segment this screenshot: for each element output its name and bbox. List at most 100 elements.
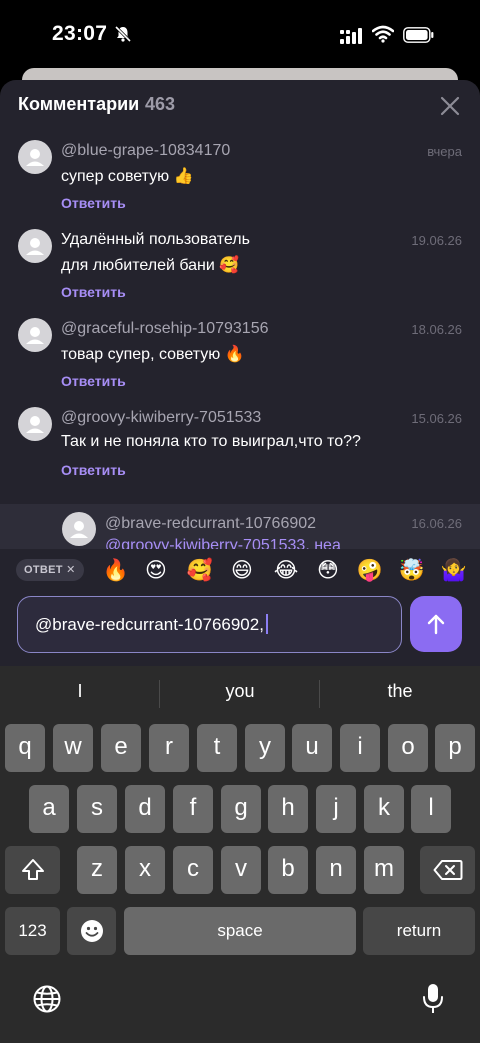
shift-icon: [21, 859, 44, 880]
avatar-icon: [26, 327, 44, 344]
avatar-icon: [26, 238, 44, 255]
suggestion-2[interactable]: you: [160, 681, 320, 702]
comment-author[interactable]: @blue-grape-10834170: [61, 142, 230, 160]
key-c[interactable]: c: [173, 846, 213, 894]
suggestion-1[interactable]: I: [0, 681, 160, 702]
comment-count: 463: [145, 94, 176, 114]
comments-panel: Комментарии 463 @blue-grape-10834170 вче…: [0, 80, 480, 550]
status-time: 23:07: [52, 22, 108, 45]
comment-text: товар супер, советую 🔥: [61, 346, 245, 363]
key-j[interactable]: j: [316, 785, 356, 833]
reply-comment-item: @brave-redcurrant-10766902 16.06.26 @gro…: [0, 504, 480, 550]
comment-author[interactable]: @groovy-kiwiberry-7051533: [61, 409, 261, 427]
emoji-button[interactable]: 😍: [142, 556, 170, 584]
key-n[interactable]: n: [316, 846, 356, 894]
reply-link[interactable]: Ответить: [61, 373, 126, 389]
reply-chip[interactable]: ОТВЕТ ✕: [16, 559, 84, 581]
reply-link[interactable]: Ответить: [61, 284, 126, 300]
shift-key[interactable]: [5, 846, 60, 894]
numbers-key[interactable]: 123: [5, 907, 60, 955]
comment-date: 19.06.26: [411, 233, 462, 248]
panel-title: Комментарии: [18, 94, 140, 114]
key-q[interactable]: q: [5, 724, 45, 772]
key-t[interactable]: t: [197, 724, 237, 772]
key-u[interactable]: u: [292, 724, 332, 772]
comment-author[interactable]: @graceful-rosehip-10793156: [61, 320, 268, 338]
comment-item: @groovy-kiwiberry-7051533 15.06.26 Так и…: [0, 405, 480, 494]
key-s[interactable]: s: [77, 785, 117, 833]
microphone-icon[interactable]: [421, 982, 445, 1016]
signal-icon: [340, 28, 362, 44]
wifi-icon: [372, 25, 394, 43]
key-b[interactable]: b: [268, 846, 308, 894]
comment-item: Удалённый пользователь 19.06.26 для люби…: [0, 227, 480, 316]
avatar-icon: [26, 149, 44, 166]
send-arrow-icon: [427, 614, 445, 635]
key-r[interactable]: r: [149, 724, 189, 772]
key-v[interactable]: v: [221, 846, 261, 894]
comment-input-value: @brave-redcurrant-10766902,: [35, 615, 264, 634]
comment-date: 18.06.26: [411, 322, 462, 337]
key-h[interactable]: h: [268, 785, 308, 833]
comment-text: Так и не поняла кто то выиграл,что то??: [61, 433, 361, 450]
key-k[interactable]: k: [364, 785, 404, 833]
key-e[interactable]: e: [101, 724, 141, 772]
avatar[interactable]: [18, 407, 52, 441]
composer: ОТВЕТ ✕ 🔥 😍 🥰 😄 😂 😳 🤪 🤯 🤷‍♀️ @brave-redc…: [0, 549, 480, 666]
globe-icon[interactable]: [32, 984, 62, 1014]
status-bar: 23:07: [0, 0, 480, 70]
emoji-button[interactable]: 🥰: [186, 556, 214, 584]
space-key[interactable]: space: [124, 907, 356, 955]
return-key[interactable]: return: [363, 907, 475, 955]
key-g[interactable]: g: [221, 785, 261, 833]
emoji-button[interactable]: 😳: [314, 556, 342, 584]
comment-item: @graceful-rosehip-10793156 18.06.26 това…: [0, 316, 480, 405]
comment-date: 16.06.26: [411, 516, 462, 531]
key-a[interactable]: a: [29, 785, 69, 833]
emoji-button[interactable]: 😄: [228, 556, 256, 584]
backspace-icon: [433, 860, 462, 880]
comment-date: вчера: [427, 144, 462, 159]
key-x[interactable]: x: [125, 846, 165, 894]
avatar[interactable]: [18, 229, 52, 263]
key-w[interactable]: w: [53, 724, 93, 772]
avatar-icon: [70, 521, 88, 538]
emoji-button[interactable]: 🔥: [102, 556, 130, 584]
comment-text: супер советую 👍: [61, 168, 194, 185]
battery-icon: [403, 27, 434, 43]
keyboard: I you the q w e r t y u i o p a s d f g …: [0, 666, 480, 1043]
key-z[interactable]: z: [77, 846, 117, 894]
reply-link[interactable]: Ответить: [61, 462, 126, 478]
avatar-icon: [26, 416, 44, 433]
emoji-button[interactable]: 😂: [272, 556, 300, 584]
comment-input[interactable]: @brave-redcurrant-10766902,: [17, 596, 402, 653]
key-d[interactable]: d: [125, 785, 165, 833]
key-m[interactable]: m: [364, 846, 404, 894]
emoji-button[interactable]: 🤪: [356, 556, 384, 584]
key-i[interactable]: i: [340, 724, 380, 772]
key-o[interactable]: o: [388, 724, 428, 772]
key-f[interactable]: f: [173, 785, 213, 833]
key-p[interactable]: p: [435, 724, 475, 772]
emoji-button[interactable]: 🤯: [398, 556, 426, 584]
avatar[interactable]: [18, 318, 52, 352]
reply-link[interactable]: Ответить: [61, 195, 126, 211]
text-caret: [265, 614, 268, 634]
comment-author[interactable]: @brave-redcurrant-10766902: [105, 515, 316, 533]
avatar[interactable]: [18, 140, 52, 174]
avatar[interactable]: [62, 512, 96, 546]
comment-date: 15.06.26: [411, 411, 462, 426]
send-button[interactable]: [410, 596, 462, 652]
emoji-icon: [80, 920, 103, 942]
backspace-key[interactable]: [420, 846, 475, 894]
key-y[interactable]: y: [245, 724, 285, 772]
comment-text: для любителей бани 🥰: [61, 257, 240, 274]
comment-author[interactable]: Удалённый пользователь: [61, 231, 250, 249]
comment-item: @blue-grape-10834170 вчера супер советую…: [0, 138, 480, 227]
emoji-button[interactable]: 🤷‍♀️: [440, 556, 468, 584]
emoji-key[interactable]: [67, 907, 116, 955]
key-l[interactable]: l: [411, 785, 451, 833]
suggestion-3[interactable]: the: [320, 681, 480, 702]
close-icon[interactable]: [436, 92, 464, 120]
bell-off-icon: [114, 25, 132, 43]
